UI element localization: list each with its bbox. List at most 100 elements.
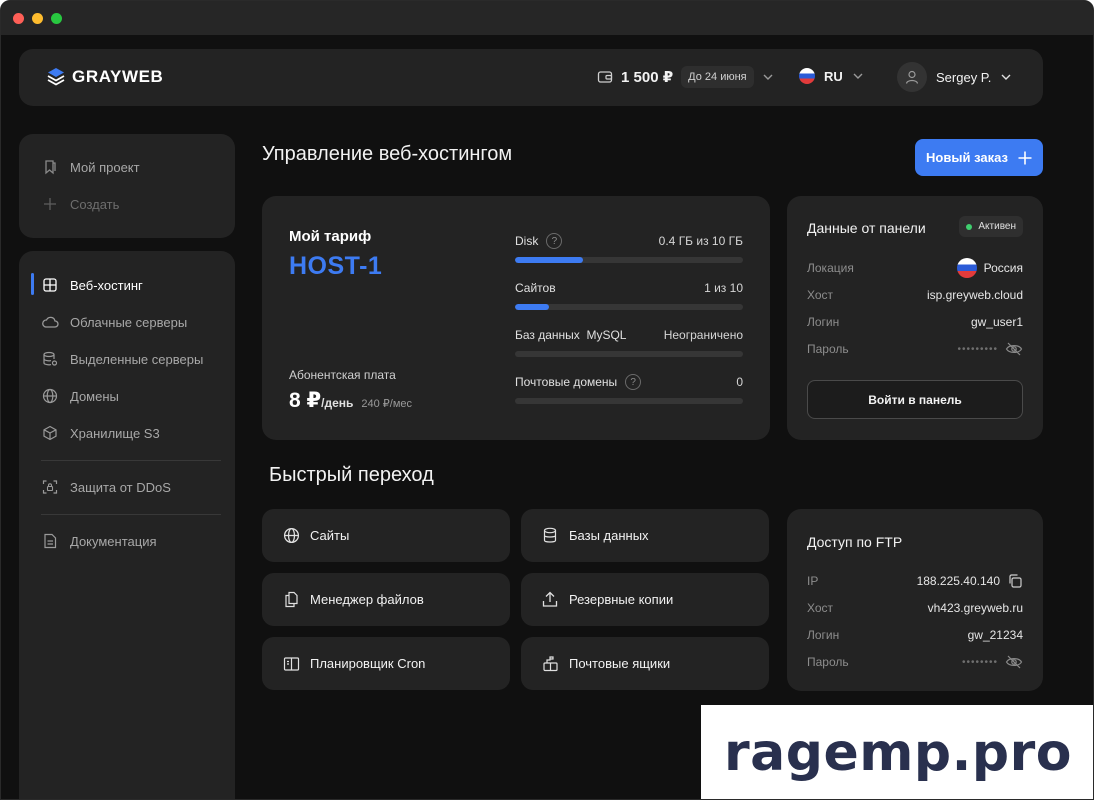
sidebar-item-my-project[interactable]: Мой проект bbox=[41, 158, 140, 176]
sidebar-item-label: Хранилище S3 bbox=[70, 425, 160, 441]
row-key: Пароль bbox=[807, 655, 849, 669]
status-label: Активен bbox=[978, 221, 1016, 232]
quick-link-databases[interactable]: Базы данных bbox=[521, 509, 769, 562]
sidebar-item-label: Защита от DDoS bbox=[70, 479, 171, 495]
cloud-icon bbox=[41, 313, 59, 331]
copy-icon[interactable] bbox=[1007, 573, 1023, 589]
sidebar-item-web-hosting[interactable]: Веб-хостинг bbox=[41, 276, 143, 294]
usage-mail-domains: Почтовые домены? 0 bbox=[515, 374, 743, 404]
quick-link-backups[interactable]: Резервные копии bbox=[521, 573, 769, 626]
shield-scan-icon bbox=[41, 478, 59, 496]
row-value[interactable]: gw_21234 bbox=[968, 628, 1023, 642]
fee-label: Абонентская плата bbox=[289, 368, 396, 382]
usage-value: 0.4 ГБ из 10 ГБ bbox=[658, 234, 743, 248]
usage-value: 0 bbox=[736, 375, 743, 389]
usage-label: Сайтов bbox=[515, 281, 556, 295]
plus-icon bbox=[1018, 151, 1032, 164]
quick-link-mailboxes[interactable]: Почтовые ящики bbox=[521, 637, 769, 690]
sidebar-nav: Веб-хостинг Облачные серверы Выделенные … bbox=[19, 251, 235, 799]
sidebar-item-label: Домены bbox=[70, 388, 119, 404]
row-value[interactable]: 188.225.40.140 bbox=[917, 574, 1000, 588]
active-indicator bbox=[31, 273, 34, 295]
sidebar-item-storage-s3[interactable]: Хранилище S3 bbox=[41, 424, 160, 442]
usage-value: 1 из 10 bbox=[704, 281, 743, 295]
language-dropdown[interactable]: RU bbox=[799, 68, 864, 84]
quick-link-label: Менеджер файлов bbox=[310, 592, 424, 607]
usage-label: Почтовые домены bbox=[515, 375, 618, 389]
globe-icon bbox=[41, 387, 59, 405]
close-window-button[interactable] bbox=[13, 12, 24, 24]
eye-off-icon[interactable] bbox=[1005, 341, 1023, 357]
sidebar-item-create[interactable]: Создать bbox=[41, 195, 119, 213]
quick-link-file-manager[interactable]: Менеджер файлов bbox=[262, 573, 510, 626]
mailbox-icon bbox=[541, 655, 559, 673]
usage-disk: Disk? 0.4 ГБ из 10 ГБ bbox=[515, 233, 743, 263]
usage-bar bbox=[515, 257, 743, 263]
row-value[interactable]: isp.greyweb.cloud bbox=[927, 288, 1023, 302]
ftp-access-card: Доступ по FTP IP 188.225.40.140 Хост vh4… bbox=[787, 509, 1043, 691]
sidebar-item-documentation[interactable]: Документация bbox=[41, 532, 157, 550]
user-menu[interactable]: Sergey P. bbox=[897, 62, 1012, 92]
help-icon[interactable]: ? bbox=[625, 374, 642, 390]
grayweb-logo-icon bbox=[47, 68, 65, 86]
quick-link-label: Планировщик Cron bbox=[310, 656, 426, 671]
maximize-window-button[interactable] bbox=[51, 12, 62, 24]
sidebar-item-label: Создать bbox=[70, 196, 120, 212]
quick-link-label: Почтовые ящики bbox=[569, 656, 671, 671]
database-gear-icon bbox=[41, 350, 59, 368]
sidebar-item-cloud-servers[interactable]: Облачные серверы bbox=[41, 313, 187, 331]
sidebar-item-label: Облачные серверы bbox=[70, 314, 188, 330]
row-key: Хост bbox=[807, 288, 834, 302]
top-header: GRAYWEB 1 500 ₽ До 24 июня RU Sergey P. bbox=[19, 49, 1043, 106]
password-mask: •••••••• bbox=[961, 656, 998, 668]
window-titlebar bbox=[1, 1, 1093, 35]
brand-logo[interactable]: GRAYWEB bbox=[47, 67, 163, 87]
row-value[interactable]: gw_user1 bbox=[971, 315, 1023, 329]
panel-title: Данные от панели bbox=[807, 220, 926, 236]
grid-icon bbox=[41, 276, 59, 294]
row-key: IP bbox=[807, 574, 819, 588]
login-to-panel-button[interactable]: Войти в панель bbox=[807, 380, 1023, 419]
ftp-title: Доступ по FTP bbox=[807, 534, 903, 550]
sidebar-item-ddos-protection[interactable]: Защита от DDoS bbox=[41, 478, 171, 496]
panel-row-host: Хост isp.greyweb.cloud bbox=[807, 286, 1023, 304]
row-value[interactable]: vh423.greyweb.ru bbox=[928, 601, 1023, 615]
usage-bar bbox=[515, 351, 743, 357]
row-key: Логин bbox=[807, 628, 840, 642]
plus-icon bbox=[41, 195, 59, 213]
fee-value: 8 ₽/день 240 ₽/мес bbox=[289, 388, 412, 413]
database-icon bbox=[541, 527, 559, 545]
quick-link-label: Сайты bbox=[310, 528, 350, 543]
quick-links-title: Быстрый переход bbox=[269, 464, 434, 486]
document-icon bbox=[41, 532, 59, 550]
panel-row-login: Логин gw_user1 bbox=[807, 313, 1023, 331]
russia-flag-icon bbox=[956, 258, 977, 278]
usage-bar-fill bbox=[515, 304, 550, 310]
avatar bbox=[897, 62, 927, 92]
sidebar-item-domains[interactable]: Домены bbox=[41, 387, 119, 405]
box-icon bbox=[41, 424, 59, 442]
new-order-button[interactable]: Новый заказ bbox=[915, 139, 1043, 176]
sidebar-item-label: Мой проект bbox=[70, 159, 140, 175]
tariff-card: Мой тариф HOST-1 Абонентская плата 8 ₽/д… bbox=[262, 196, 770, 440]
panel-row-password: Пароль ••••••••• bbox=[807, 340, 1023, 358]
chevron-down-icon bbox=[1001, 74, 1011, 80]
balance-dropdown[interactable]: 1 500 ₽ До 24 июня bbox=[597, 66, 774, 88]
row-key: Локация bbox=[807, 261, 854, 275]
status-badge: Активен bbox=[959, 216, 1023, 237]
usage-value: Неограничено bbox=[663, 328, 743, 342]
upload-icon bbox=[541, 591, 559, 609]
chevron-down-icon bbox=[763, 74, 773, 80]
quick-link-sites[interactable]: Сайты bbox=[262, 509, 510, 562]
quick-link-label: Резервные копии bbox=[569, 592, 674, 607]
app-window: GRAYWEB 1 500 ₽ До 24 июня RU Sergey P. … bbox=[0, 0, 1094, 800]
sidebar-item-dedicated-servers[interactable]: Выделенные серверы bbox=[41, 350, 203, 368]
sidebar-item-label: Документация bbox=[70, 533, 157, 549]
panel-row-location: Локация Россия bbox=[807, 258, 1023, 278]
usage-bar bbox=[515, 398, 743, 404]
help-icon[interactable]: ? bbox=[546, 233, 563, 249]
user-icon bbox=[905, 70, 919, 84]
eye-off-icon[interactable] bbox=[1005, 654, 1023, 670]
quick-link-cron-scheduler[interactable]: Планировщик Cron bbox=[262, 637, 510, 690]
minimize-window-button[interactable] bbox=[32, 12, 43, 24]
